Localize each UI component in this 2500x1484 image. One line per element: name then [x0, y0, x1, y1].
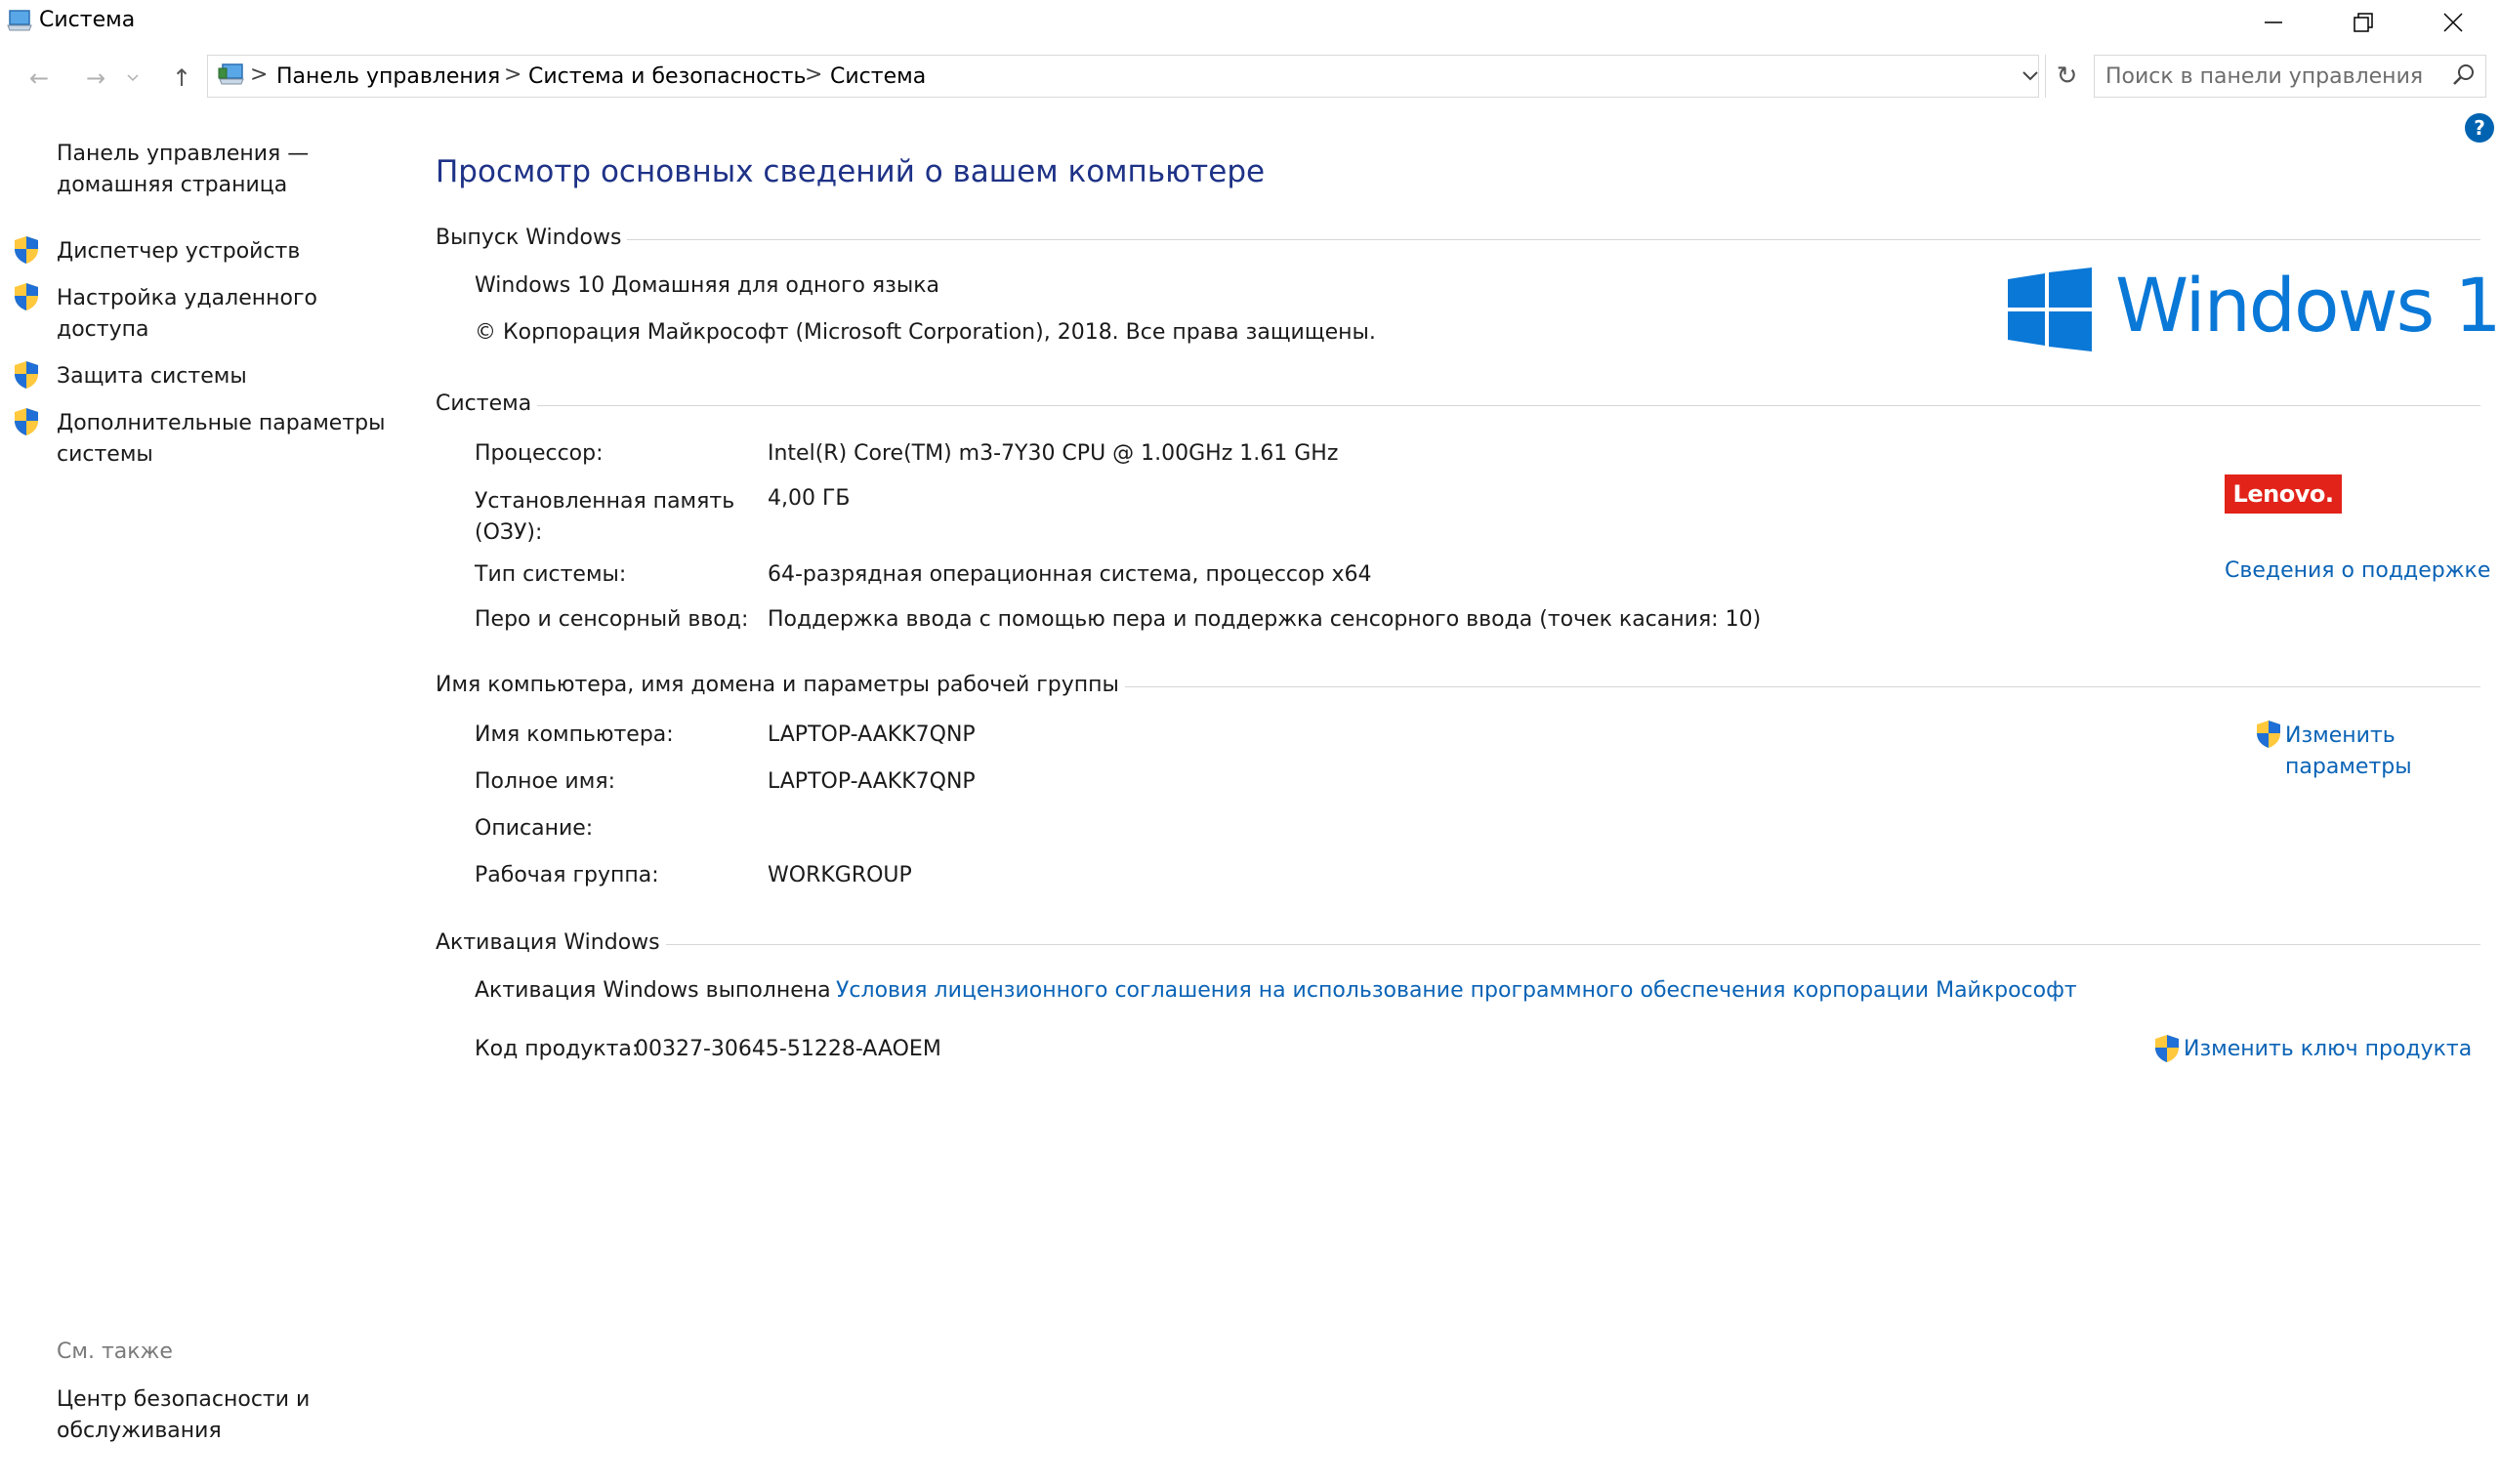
- see-also-title: См. также: [57, 1340, 173, 1364]
- workgroup-label: Рабочая группа:: [475, 863, 659, 887]
- workgroup-value: WORKGROUP: [768, 863, 912, 887]
- section-header: Активация Windows: [436, 929, 660, 955]
- system-type-value: 64-разрядная операционная система, проце…: [768, 562, 1372, 587]
- windows-logo-icon: [2008, 268, 2092, 351]
- processor-value: Intel(R) Core(TM) m3-7Y30 CPU @ 1.00GHz …: [768, 441, 1339, 466]
- shield-icon: [2155, 1035, 2179, 1062]
- breadcrumb-separator: >: [250, 62, 269, 87]
- breadcrumb-system-security[interactable]: Система и безопасность: [528, 64, 806, 89]
- up-arrow-icon: ↑: [171, 64, 192, 92]
- chevron-down-icon: [2022, 71, 2038, 81]
- section-divider: [627, 238, 2480, 240]
- breadcrumb-system[interactable]: Система: [830, 64, 926, 89]
- sidebar-item-security-maintenance[interactable]: Центр безопасности и обслуживания: [57, 1384, 330, 1447]
- search-input[interactable]: Поиск в панели управления: [2105, 64, 2423, 89]
- section-computer-name: Имя компьютера, имя домена и параметры р…: [436, 670, 2480, 699]
- sidebar-item-advanced-settings[interactable]: Дополнительные параметры системы: [57, 408, 389, 471]
- shield-icon: [15, 408, 38, 435]
- shield-icon: [15, 236, 38, 264]
- section-header: Система: [436, 391, 532, 416]
- recent-locations-button[interactable]: [121, 59, 145, 98]
- windows-10-logo-text: Windows 10: [2115, 262, 2500, 349]
- license-terms-link[interactable]: Условия лицензионного соглашения на испо…: [836, 978, 2077, 1003]
- refresh-icon: ↻: [2056, 62, 2078, 91]
- ram-label: Установленная память (ОЗУ):: [475, 489, 735, 545]
- shield-icon: [15, 283, 38, 310]
- refresh-button[interactable]: ↻: [2045, 55, 2088, 98]
- section-header: Имя компьютера, имя домена и параметры р…: [436, 672, 1119, 697]
- section-divider: [665, 943, 2480, 945]
- title-bar: [0, 0, 2500, 47]
- close-button[interactable]: [2408, 0, 2498, 45]
- description-label: Описание:: [475, 816, 594, 841]
- search-icon[interactable]: [2449, 61, 2479, 90]
- chevron-down-icon: [127, 74, 139, 82]
- breadcrumb-control-panel[interactable]: Панель управления: [276, 64, 500, 89]
- close-icon: [2443, 13, 2463, 32]
- forward-button[interactable]: →: [76, 59, 115, 98]
- product-key-label: Код продукта:: [475, 1037, 640, 1061]
- help-icon[interactable]: ?: [2465, 113, 2494, 143]
- shield-icon: [15, 361, 38, 389]
- shield-icon: [2257, 721, 2280, 748]
- sidebar-home-link[interactable]: Панель управления — домашняя страница: [57, 139, 379, 201]
- computer-name-value: LAPTOP-AAKK7QNP: [768, 722, 976, 747]
- address-dropdown-button[interactable]: [2016, 59, 2045, 94]
- restore-icon: [2354, 13, 2373, 32]
- section-divider: [537, 404, 2480, 406]
- processor-label: Процессор:: [475, 441, 604, 466]
- back-arrow-icon: ←: [28, 64, 50, 92]
- control-panel-icon: [218, 63, 244, 85]
- ram-value: 4,00 ГБ: [768, 486, 851, 511]
- breadcrumb-separator: >: [504, 62, 522, 87]
- full-name-label: Полное имя:: [475, 769, 615, 794]
- edition-copyright: © Корпорация Майкрософт (Microsoft Corpo…: [475, 320, 1376, 345]
- help-glyph: ?: [2474, 116, 2485, 140]
- forward-arrow-icon: →: [85, 64, 106, 92]
- section-divider: [1124, 685, 2480, 687]
- change-product-key-link[interactable]: Изменить ключ продукта: [2184, 1037, 2472, 1061]
- section-header: Выпуск Windows: [436, 225, 622, 250]
- sidebar-item-system-protection[interactable]: Защита системы: [57, 361, 379, 392]
- support-info-link[interactable]: Сведения о поддержке: [2225, 558, 2490, 583]
- lenovo-logo: Lenovo.: [2225, 474, 2342, 514]
- sidebar-item-device-manager[interactable]: Диспетчер устройств: [57, 236, 379, 268]
- computer-name-label: Имя компьютера:: [475, 722, 674, 747]
- change-settings-link[interactable]: Изменить параметры: [2285, 721, 2432, 783]
- minimize-icon: [2265, 21, 2282, 23]
- minimize-button[interactable]: [2229, 0, 2318, 45]
- back-button[interactable]: ←: [20, 59, 59, 98]
- full-name-value: LAPTOP-AAKK7QNP: [768, 769, 976, 794]
- pen-touch-label: Перо и сенсорный ввод:: [475, 607, 749, 632]
- edition-name: Windows 10 Домашняя для одного языка: [475, 273, 939, 298]
- restore-button[interactable]: [2318, 0, 2408, 45]
- section-system: Система: [436, 389, 2480, 418]
- pen-touch-value: Поддержка ввода с помощью пера и поддерж…: [768, 607, 1762, 632]
- sidebar-item-remote-access[interactable]: Настройка удаленного доступа: [57, 283, 350, 346]
- section-windows-edition: Выпуск Windows: [436, 223, 2480, 252]
- page-title: Просмотр основных сведений о вашем компь…: [436, 154, 1266, 189]
- section-activation: Активация Windows: [436, 928, 2480, 957]
- up-button[interactable]: ↑: [162, 59, 201, 98]
- activation-status: Активация Windows выполнена: [475, 978, 831, 1003]
- breadcrumb-separator: >: [805, 62, 823, 87]
- computer-icon: [7, 10, 32, 31]
- window-title: Система: [39, 8, 136, 32]
- system-type-label: Тип системы:: [475, 562, 627, 587]
- product-key-value: 00327-30645-51228-AAOEM: [635, 1037, 941, 1061]
